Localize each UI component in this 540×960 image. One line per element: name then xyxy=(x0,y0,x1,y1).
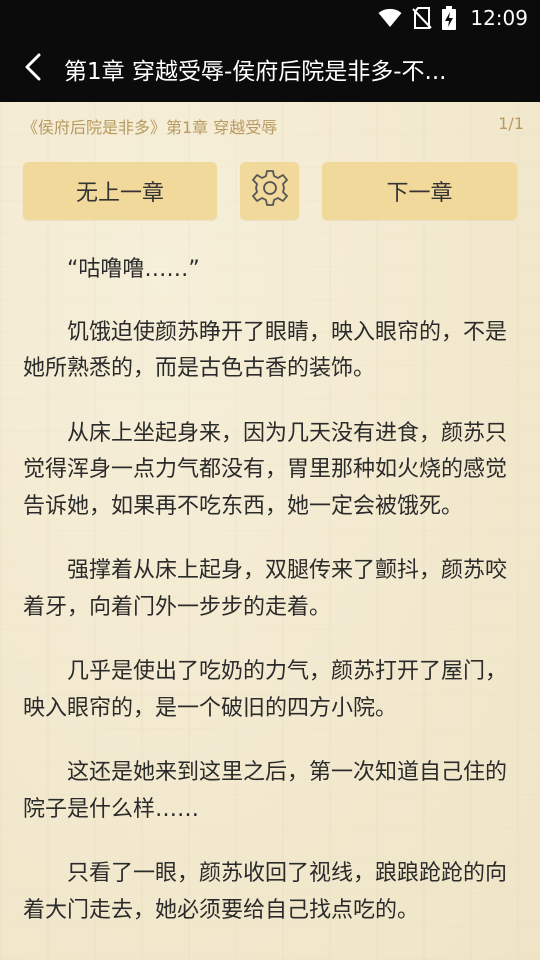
paragraph: 强撑着从床上起身，双腿传来了颤抖，颜苏咬着牙，向着门外一步步的走着。 xyxy=(23,558,508,620)
paragraph: 从床上坐起身来，因为几天没有进食，颜苏只觉得浑身一点力气都没有，胃里那种如火烧的… xyxy=(23,420,508,519)
page-indicator: 1/1 xyxy=(498,114,524,133)
reader-page[interactable]: 《侯府后院是非多》第1章 穿越受辱 1/1 无上一章 下一章 “咕噜噜……” 饥… xyxy=(0,102,540,960)
gear-icon xyxy=(250,168,290,214)
no-sim-icon xyxy=(412,7,433,29)
chapter-content: “咕噜噜……” 饥饿迫使颜苏睁开了眼睛，映入眼帘的，不是她所熟悉的，而是古色古香… xyxy=(23,252,513,957)
paragraph: 这还是她来到这里之后，第一次知道自己住的院子是什么样…… xyxy=(23,760,508,822)
status-bar: 12:09 xyxy=(0,0,540,36)
status-time: 12:09 xyxy=(470,6,528,30)
paragraph: “咕噜噜……” xyxy=(67,257,200,282)
wifi-icon xyxy=(378,8,402,28)
next-chapter-button[interactable]: 下一章 xyxy=(322,162,517,220)
paragraph: 饥饿迫使颜苏睁开了眼睛，映入眼帘的，不是她所熟悉的，而是古色古香的装饰。 xyxy=(23,319,508,382)
app-bar: 第1章 穿越受辱-侯府后院是非多-不... xyxy=(0,36,540,102)
back-arrow-icon xyxy=(23,53,45,85)
book-chapter-breadcrumb: 《侯府后院是非多》第1章 穿越受辱 xyxy=(22,118,278,137)
status-icons: 12:09 xyxy=(378,6,528,30)
prev-chapter-button[interactable]: 无上一章 xyxy=(23,162,217,220)
paragraph: 几乎是使出了吃奶的力气，颜苏打开了屋门，映入眼帘的，是一个破旧的四方小院。 xyxy=(23,659,508,721)
paragraph: 只看了一眼，颜苏收回了视线，踉踉跄跄的向着大门走去，她必须要给自己找点吃的。 xyxy=(23,861,508,923)
top-bar: 12:09 第1章 穿越受辱-侯府后院是非多-不... xyxy=(0,0,540,102)
back-button[interactable] xyxy=(6,36,62,102)
settings-button[interactable] xyxy=(240,162,299,220)
chapter-title: 第1章 穿越受辱-侯府后院是非多-不... xyxy=(64,59,447,85)
battery-charging-icon xyxy=(442,6,457,30)
